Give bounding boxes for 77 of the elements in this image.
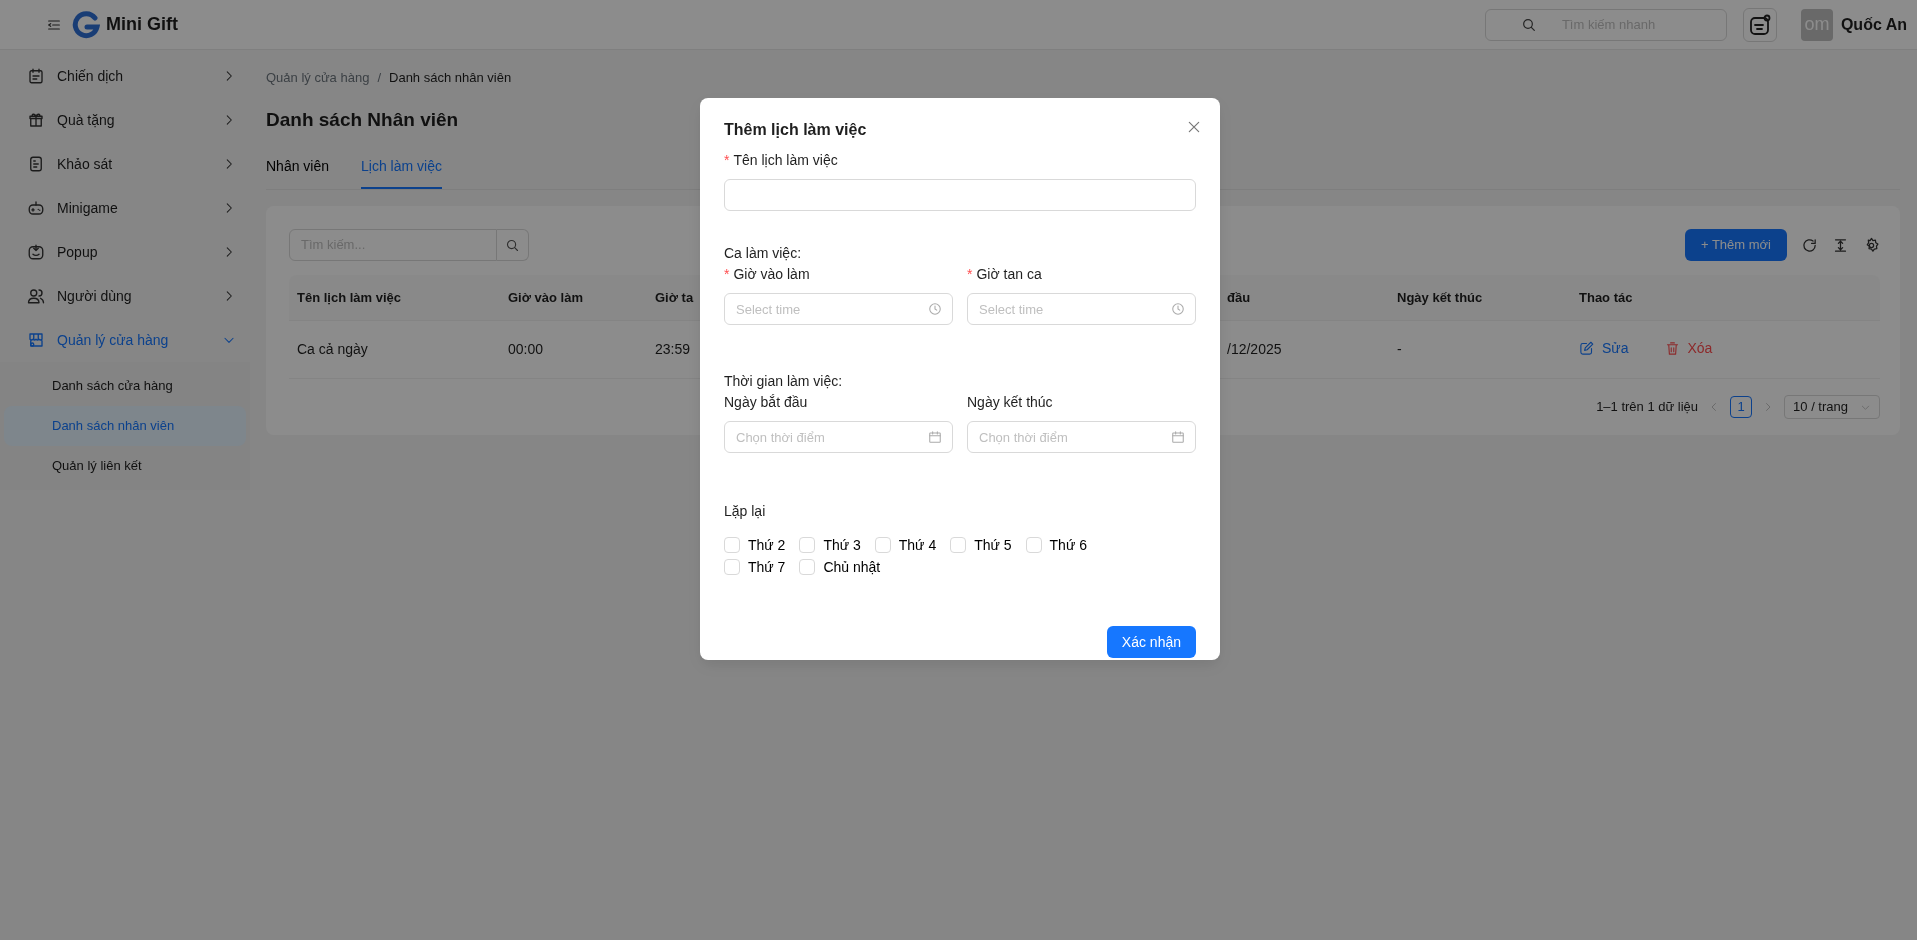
user-name[interactable]: Quốc An [1840,12,1907,37]
calendar-icon [928,430,942,444]
table-cell: /12/2025 [1227,341,1282,357]
calendar-icon [1171,430,1185,444]
day-checkbox[interactable]: Thứ 7 [724,556,786,578]
day-checkbox[interactable]: Thứ 3 [799,534,861,556]
trash-icon [1664,340,1680,356]
search-icon [1520,16,1537,33]
day-checkbox[interactable]: Thứ 5 [950,534,1012,556]
column-header: Thao tác [1579,289,1633,305]
time-picker[interactable]: Select time [724,293,953,325]
sidebar-item[interactable]: Quà tặng [0,98,250,142]
field-label: Ngày bắt đầu [724,393,809,412]
search-button[interactable] [497,229,529,261]
breadcrumb-separator: / [377,69,381,87]
day-checkbox[interactable]: Thứ 4 [874,534,937,556]
tab[interactable]: Nhân viên [266,156,330,189]
page-size-select[interactable]: 10 / trang [1784,395,1880,419]
table-cell: Ca cả ngày [297,341,368,357]
submenu-item[interactable]: Quản lý liên kết [4,446,246,486]
pagination-summary: 1–1 trên 1 dữ liệu [1596,398,1699,417]
column-header: Ngày kết thúc [1397,289,1483,305]
add-button[interactable]: + Thêm mới [1684,229,1787,261]
day-checkbox[interactable]: Chủ nhật [799,556,881,578]
column-header: Giờ ta [655,289,694,305]
field-label: Ngày kết thúc [967,393,1054,412]
day-checkbox[interactable]: Thứ 2 [724,534,786,556]
day-checkbox[interactable]: Thứ 6 [1025,534,1087,556]
column-header: Giờ vào làm [508,289,583,305]
input-field[interactable] [724,179,1196,211]
table-cell: 23:59 [655,341,691,357]
confirm-button[interactable]: Xác nhận [1106,626,1196,658]
time-picker[interactable]: Select time [967,293,1196,325]
column-header: Tên lịch làm việc [297,289,402,305]
sidebar-item[interactable]: Người dùng [0,274,250,318]
sidebar-item[interactable]: Quản lý cửa hàng [0,318,250,362]
table-cell: - [1397,341,1402,357]
page-button[interactable]: 1 [1730,396,1753,418]
column-height-icon[interactable] [1832,236,1849,254]
sidebar-icon [27,199,45,217]
sidebar-icon [27,111,45,129]
clock-icon [928,302,942,316]
breadcrumb-item[interactable]: Quản lý cửa hàng [266,68,370,88]
sidebar-item[interactable]: Minigame [0,186,250,230]
section-label: Ca làm việc: [724,244,803,263]
field-label: * Tên lịch làm việc [724,151,839,170]
sidebar-icon [27,331,45,349]
edit-icon [1579,340,1594,356]
sidebar-item[interactable]: Khảo sát [0,142,250,186]
reload-icon[interactable] [1801,236,1818,254]
submenu-item[interactable]: Danh sách cửa hàng [4,366,246,406]
date-picker[interactable]: Chọn thời điểm [724,421,953,453]
breadcrumb-item: Danh sách nhân viên [389,69,512,87]
date-picker[interactable]: Chọn thời điểm [967,421,1196,453]
sidebar-item[interactable]: Popup [0,230,250,274]
section-label: Lặp lại [724,502,767,521]
sidebar-icon [27,155,45,173]
sidebar-item[interactable]: Chiến dịch [0,54,250,98]
edit-link[interactable]: Sửa [1579,337,1629,359]
sidebar-icon [27,243,45,261]
logo-icon [72,10,100,39]
robot-icon [1747,12,1772,37]
dialog-title: Thêm lịch làm việc [724,120,867,140]
sidebar-icon [27,287,45,305]
section-label: Thời gian làm việc: [724,372,844,391]
field-label: * Giờ vào làm [724,265,811,284]
tab[interactable]: Lịch làm việc [361,156,442,189]
submenu-item[interactable]: Danh sách nhân viên [4,406,246,446]
clock-icon [1171,302,1185,316]
table-cell: 00:00 [508,341,544,357]
field-label: * Giờ tan ca [967,265,1043,284]
app-name: Mini Gift [106,13,178,36]
assistant-button[interactable] [1742,7,1777,42]
column-header: đầu [1227,289,1251,305]
page-title: Danh sách Nhân viên [266,107,459,132]
sidebar-icon [27,67,45,85]
search-icon [505,237,520,253]
